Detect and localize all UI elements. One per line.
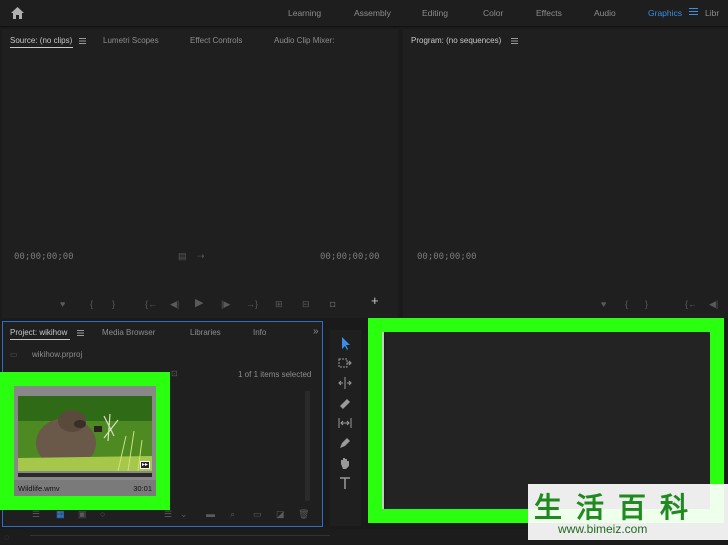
track-select-tool-icon[interactable] xyxy=(337,356,353,370)
clip-duration: 30:01 xyxy=(133,484,152,493)
hand-tool-icon[interactable] xyxy=(337,456,353,470)
play-icon[interactable]: ▶ xyxy=(195,298,203,309)
program-timecode-current[interactable]: 00;00;00;00 xyxy=(417,252,477,262)
clip-thumbnail-image: ▸▸ xyxy=(18,396,152,471)
tab-program[interactable]: Program: (no sequences) xyxy=(411,36,501,45)
insert-icon[interactable]: ⊞ xyxy=(275,299,283,309)
go-to-out-icon[interactable]: →} xyxy=(246,299,258,309)
selection-tool-icon[interactable] xyxy=(337,336,353,350)
source-monitor-panel: Source: (no clips) Lumetri Scopes Effect… xyxy=(2,29,398,318)
program-go-to-in-icon[interactable]: {← xyxy=(685,299,697,309)
workspace-editing[interactable]: Editing xyxy=(422,8,448,18)
watermark-url: www.bimeiz.com xyxy=(558,522,648,536)
source-timecode-duration: 00;00;00;00 xyxy=(320,252,380,262)
program-monitor-panel: Program: (no sequences) 00;00;00;00 ♥ { … xyxy=(403,29,728,318)
workspace-bar: Learning Assembly Editing Color Effects … xyxy=(0,0,728,27)
go-to-in-icon[interactable]: {← xyxy=(145,299,157,309)
workspace-color[interactable]: Color xyxy=(483,8,503,18)
workspace-learning[interactable]: Learning xyxy=(288,8,321,18)
active-tab-underline xyxy=(10,47,73,48)
mark-out-icon[interactable]: } xyxy=(112,299,115,309)
clip-info-bar: Wildlife.wmv 30:01 xyxy=(14,480,156,496)
pen-tool-icon[interactable] xyxy=(337,436,353,450)
watermark: 生活百科 www.bimeiz.com xyxy=(528,484,728,540)
clip-name[interactable]: Wildlife.wmv xyxy=(18,484,60,493)
workspace-audio[interactable]: Audio xyxy=(594,8,616,18)
tab-effect-controls[interactable]: Effect Controls xyxy=(190,36,242,45)
slip-tool-icon[interactable] xyxy=(337,416,353,430)
program-add-marker-icon[interactable]: ♥ xyxy=(601,299,606,309)
clip-progress-track xyxy=(18,473,152,477)
program-step-back-icon[interactable]: ◀| xyxy=(709,299,718,309)
workspace-effects[interactable]: Effects xyxy=(536,8,562,18)
tools-panel xyxy=(330,330,361,526)
source-panel-menu-icon[interactable] xyxy=(79,38,86,44)
workspace-assembly[interactable]: Assembly xyxy=(354,8,391,18)
workspace-menu-icon[interactable] xyxy=(689,7,698,16)
clip-badge-icon: ▸▸ xyxy=(140,461,150,469)
tab-audio-clip-mixer[interactable]: Audio Clip Mixer: xyxy=(274,36,334,45)
program-mark-out-icon[interactable]: } xyxy=(645,299,648,309)
step-forward-icon[interactable]: |▶ xyxy=(221,299,230,309)
add-button-icon[interactable]: + xyxy=(371,294,379,307)
tab-lumetri-scopes[interactable]: Lumetri Scopes xyxy=(103,36,159,45)
program-panel-menu-icon[interactable] xyxy=(511,38,518,44)
home-icon[interactable] xyxy=(10,6,25,20)
timeline-edge xyxy=(382,332,384,509)
tab-source[interactable]: Source: (no clips) xyxy=(10,36,72,45)
step-back-icon[interactable]: ◀| xyxy=(170,299,179,309)
source-timecode-current[interactable]: 00;00;00;00 xyxy=(14,252,74,262)
workspace-libraries[interactable]: Libr xyxy=(705,8,719,18)
watermark-logo: 生活百科 xyxy=(534,491,703,524)
clip-thumbnail-card[interactable]: ▸▸ Wildlife.wmv 30:01 xyxy=(14,386,156,496)
program-mark-in-icon[interactable]: { xyxy=(625,299,628,309)
type-tool-icon[interactable] xyxy=(337,476,353,490)
settings-wrench-icon[interactable]: ⇢ xyxy=(197,251,205,261)
zoom-fit-icon[interactable]: ▤ xyxy=(178,251,187,261)
status-icon: ◌ xyxy=(4,532,10,542)
marmot-image xyxy=(18,396,152,471)
timeline-panel[interactable] xyxy=(386,332,710,509)
workspace-graphics[interactable]: Graphics xyxy=(648,8,682,18)
status-divider xyxy=(30,535,330,536)
ripple-edit-tool-icon[interactable] xyxy=(337,376,353,390)
mark-in-icon[interactable]: { xyxy=(90,299,93,309)
add-marker-icon[interactable]: ♥ xyxy=(60,299,65,309)
overwrite-icon[interactable]: ⊟ xyxy=(302,299,310,309)
razor-tool-icon[interactable] xyxy=(337,396,353,410)
clip-highlight-frame: ▸▸ Wildlife.wmv 30:01 xyxy=(0,372,170,510)
export-frame-icon[interactable]: ◘ xyxy=(330,299,335,309)
